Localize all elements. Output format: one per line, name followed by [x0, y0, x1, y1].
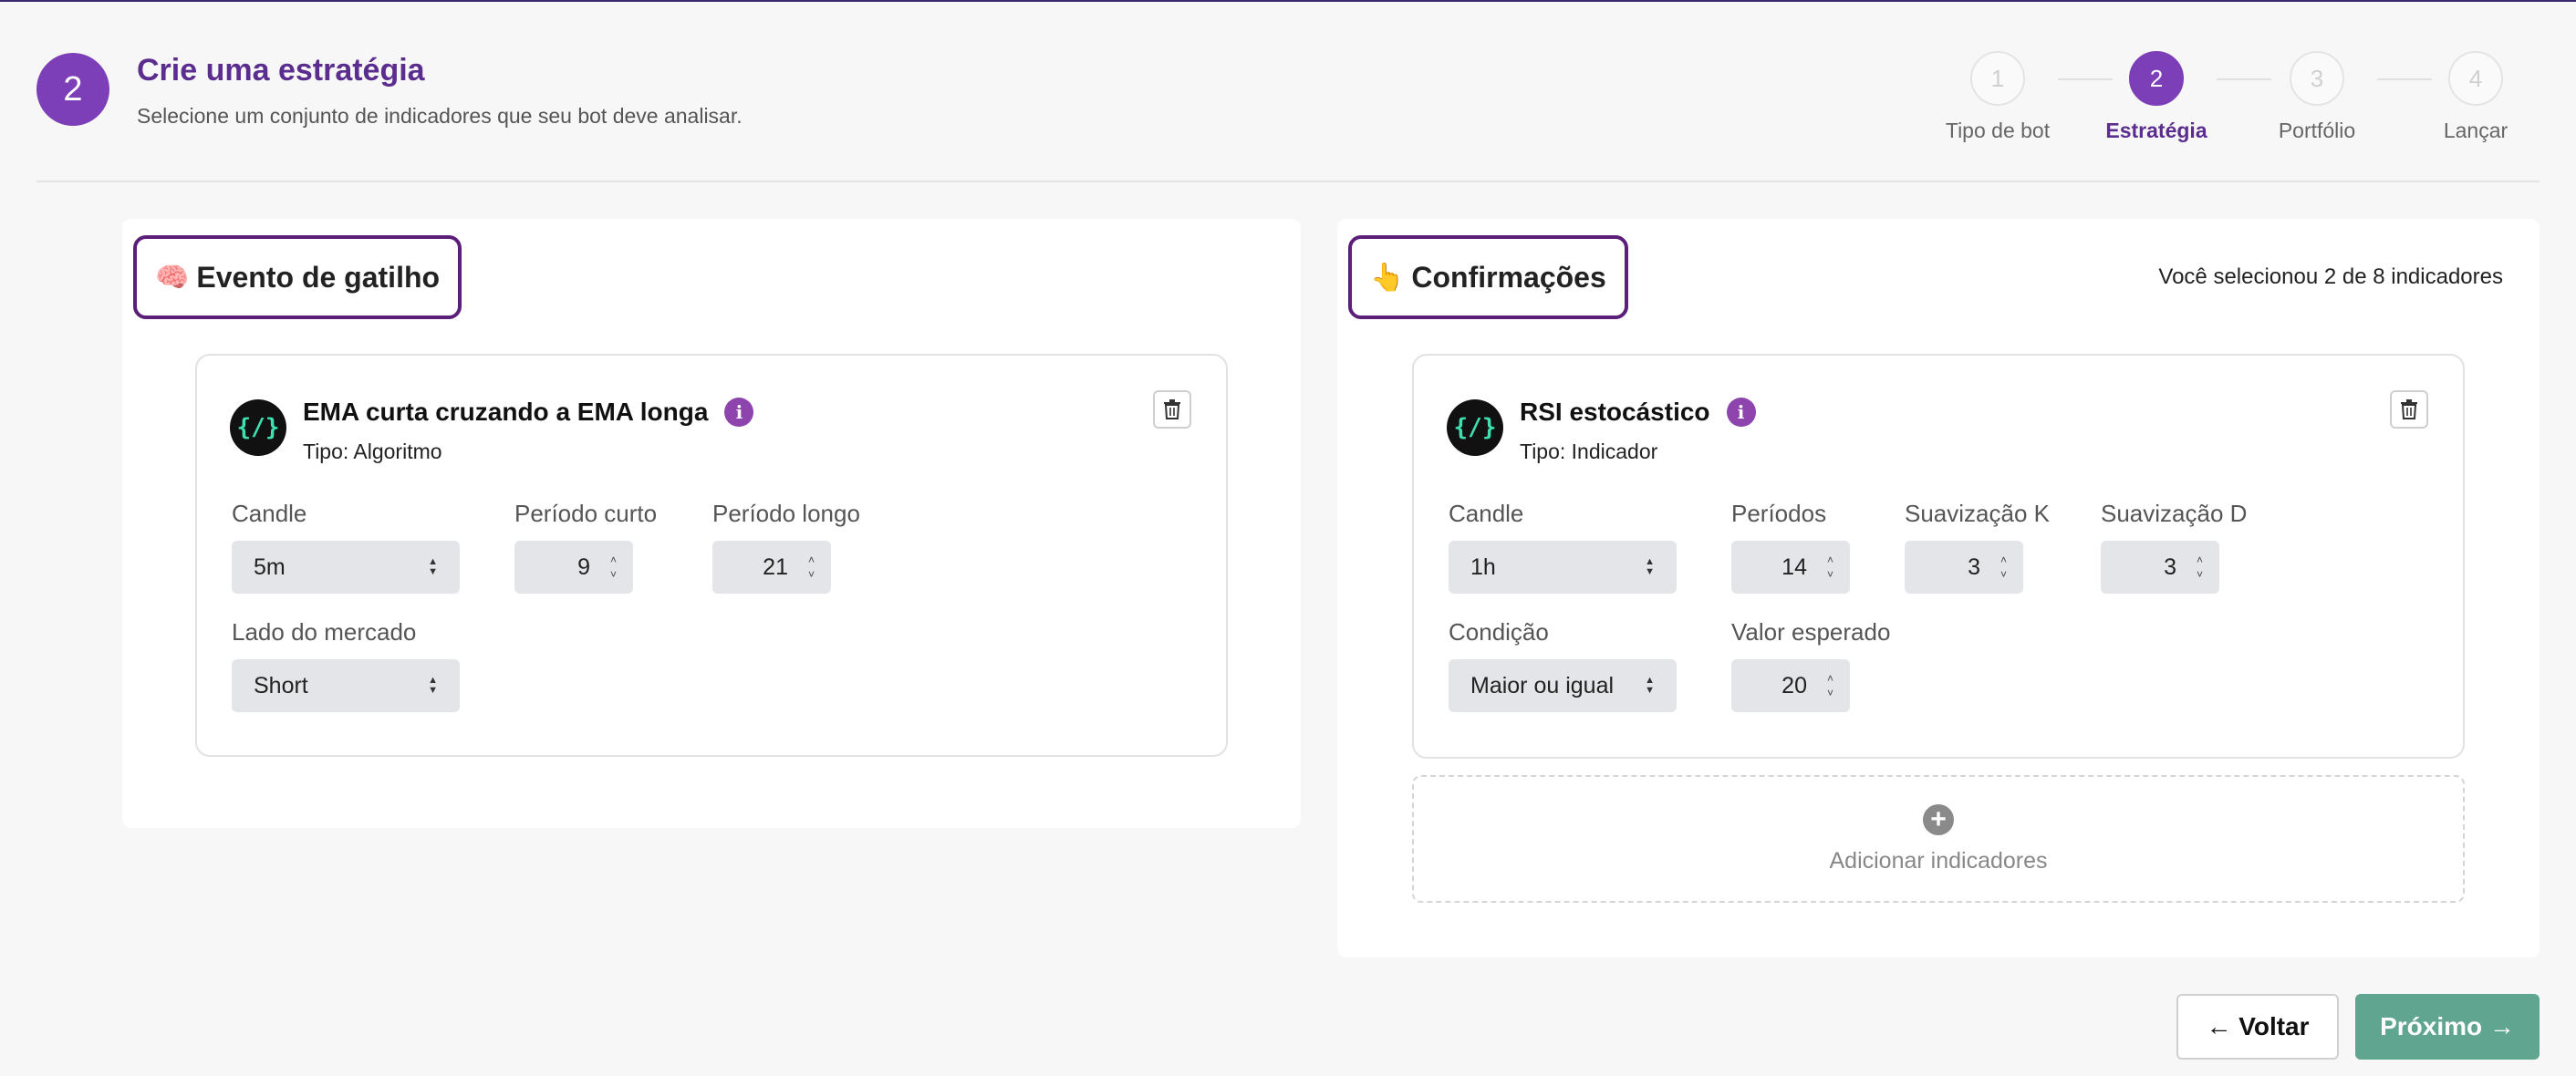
select-arrows-icon: ▲ ▼	[428, 556, 438, 577]
step-circle: 1	[1970, 51, 2025, 106]
k-smoothing-label: Suavização K	[1905, 500, 2050, 527]
d-smoothing-value: 3	[2164, 554, 2176, 580]
expected-value-input[interactable]: 20 ˄ ˅	[1731, 659, 1850, 712]
periods-input[interactable]: 14 ˄ ˅	[1731, 541, 1850, 594]
periods-field: Períodos 14 ˄ ˅	[1731, 500, 1850, 594]
spin-arrows-icon[interactable]: ˄ ˅	[1827, 671, 1833, 700]
candle-label: Candle	[1449, 500, 1524, 527]
expected-value-label: Valor esperado	[1731, 618, 1891, 646]
current-step-badge: 2	[36, 53, 109, 126]
market-side-label: Lado do mercado	[232, 618, 417, 646]
indicator-card-rsi: {/} RSI estocástico i Tipo: Indicador Ca…	[1412, 354, 2465, 759]
trigger-event-title: Evento de gatilho	[196, 260, 441, 294]
indicator-card-ema: {/} EMA curta cruzando a EMA longa i Tip…	[195, 354, 1228, 757]
condition-select[interactable]: Maior ou igual ▲ ▼	[1449, 659, 1677, 712]
step-estrategia[interactable]: 2 Estratégia	[2074, 51, 2238, 143]
page-title: Crie uma estratégia	[137, 53, 425, 88]
spin-arrows-icon[interactable]: ˄ ˅	[1827, 553, 1833, 582]
expected-value-field: Valor esperado 20 ˄ ˅	[1731, 618, 1890, 712]
market-side-select-value: Short	[254, 672, 308, 698]
select-arrows-icon: ▲ ▼	[1645, 556, 1655, 577]
long-period-value: 21	[763, 554, 788, 580]
long-period-input[interactable]: 21 ˄ ˅	[712, 541, 831, 594]
add-indicators-label: Adicionar indicadores	[1829, 847, 2048, 874]
confirmations-panel: 👆 Confirmações Você selecionou 2 de 8 in…	[1337, 219, 2540, 957]
long-period-field: Período longo 21 ˄ ˅	[712, 500, 860, 594]
expected-value-value: 20	[1781, 672, 1807, 698]
spin-arrows-icon[interactable]: ˄ ˅	[2000, 553, 2007, 582]
trigger-event-heading: 🧠 Evento de gatilho	[133, 235, 462, 319]
indicator-type: Tipo: Algoritmo	[303, 440, 442, 463]
periods-value: 14	[1781, 554, 1807, 580]
trash-icon	[2401, 399, 2417, 419]
step-circle: 2	[2129, 51, 2184, 106]
indicator-title: EMA curta cruzando a EMA longa i	[303, 398, 754, 427]
add-indicators-button[interactable]: + Adicionar indicadores	[1412, 775, 2465, 903]
step-tipo-de-bot[interactable]: 1 Tipo de bot	[1916, 51, 2080, 143]
condition-label: Condição	[1449, 618, 1549, 646]
indicator-title-text: EMA curta cruzando a EMA longa	[303, 398, 709, 426]
info-icon[interactable]: i	[1726, 398, 1756, 427]
indicator-type: Tipo: Indicador	[1520, 440, 1658, 463]
step-circle: 3	[2290, 51, 2344, 106]
step-label: Portfólio	[2278, 119, 2356, 142]
k-smoothing-input[interactable]: 3 ˄ ˅	[1905, 541, 2023, 594]
candle-select-value: 1h	[1470, 554, 1496, 580]
pointing-hand-icon: 👆	[1370, 262, 1405, 293]
long-period-label: Período longo	[712, 500, 860, 527]
code-icon: {/}	[1447, 399, 1503, 456]
candle-select[interactable]: 1h ▲ ▼	[1449, 541, 1677, 594]
confirmations-title: Confirmações	[1411, 260, 1606, 294]
k-smoothing-value: 3	[1968, 554, 1980, 580]
spin-arrows-icon[interactable]: ˄ ˅	[2197, 553, 2203, 582]
info-icon[interactable]: i	[724, 398, 754, 427]
short-period-input[interactable]: 9 ˄ ˅	[514, 541, 633, 594]
candle-select[interactable]: 5m ▲ ▼	[232, 541, 460, 594]
delete-indicator-button[interactable]	[2390, 390, 2428, 429]
delete-indicator-button[interactable]	[1153, 390, 1191, 429]
condition-select-value: Maior ou igual	[1470, 672, 1615, 698]
next-button[interactable]: Próximo →	[2355, 994, 2540, 1060]
d-smoothing-input[interactable]: 3 ˄ ˅	[2101, 541, 2219, 594]
wizard-stepper: 1 Tipo de bot 2 Estratégia 3 Portfólio 4…	[1916, 51, 2554, 151]
d-smoothing-label: Suavização D	[2101, 500, 2248, 527]
candle-select-value: 5m	[254, 554, 286, 580]
header-divider	[36, 181, 2540, 182]
brain-icon: 🧠	[155, 262, 190, 293]
d-smoothing-field: Suavização D 3 ˄ ˅	[2101, 500, 2247, 594]
confirmations-heading: 👆 Confirmações	[1348, 235, 1628, 319]
select-arrows-icon: ▲ ▼	[1645, 675, 1655, 696]
indicator-title-text: RSI estocástico	[1520, 398, 1710, 426]
periods-label: Períodos	[1731, 500, 1827, 527]
market-side-field: Lado do mercado Short ▲ ▼	[232, 618, 460, 712]
candle-label: Candle	[232, 500, 307, 527]
step-label: Estratégia	[2105, 119, 2207, 142]
trash-icon	[1164, 399, 1180, 419]
indicator-title: RSI estocástico i	[1520, 398, 1756, 427]
trigger-event-panel: 🧠 Evento de gatilho {/} EMA curta cruzan…	[122, 219, 1301, 828]
candle-field: Candle 5m ▲ ▼	[232, 500, 460, 594]
spin-arrows-icon[interactable]: ˄ ˅	[610, 553, 617, 582]
market-side-select[interactable]: Short ▲ ▼	[232, 659, 460, 712]
short-period-label: Período curto	[514, 500, 658, 527]
short-period-value: 9	[577, 554, 590, 580]
select-arrows-icon: ▲ ▼	[428, 675, 438, 696]
short-period-field: Período curto 9 ˄ ˅	[514, 500, 657, 594]
spin-arrows-icon[interactable]: ˄ ˅	[808, 553, 815, 582]
candle-field: Candle 1h ▲ ▼	[1449, 500, 1677, 594]
condition-field: Condição Maior ou igual ▲ ▼	[1449, 618, 1677, 712]
step-circle: 4	[2448, 51, 2503, 106]
page-subtitle: Selecione um conjunto de indicadores que…	[137, 104, 743, 128]
plus-circle-icon: +	[1923, 803, 1954, 835]
step-label: Lançar	[2443, 119, 2508, 142]
k-smoothing-field: Suavização K 3 ˄ ˅	[1905, 500, 2050, 594]
back-button[interactable]: ← Voltar	[2176, 994, 2339, 1060]
code-icon: {/}	[230, 399, 286, 456]
step-portfolio[interactable]: 3 Portfólio	[2235, 51, 2399, 143]
step-label: Tipo de bot	[1945, 119, 2051, 142]
selected-indicators-count: Você selecionou 2 de 8 indicadores	[2158, 264, 2503, 289]
step-lancar[interactable]: 4 Lançar	[2394, 51, 2558, 143]
